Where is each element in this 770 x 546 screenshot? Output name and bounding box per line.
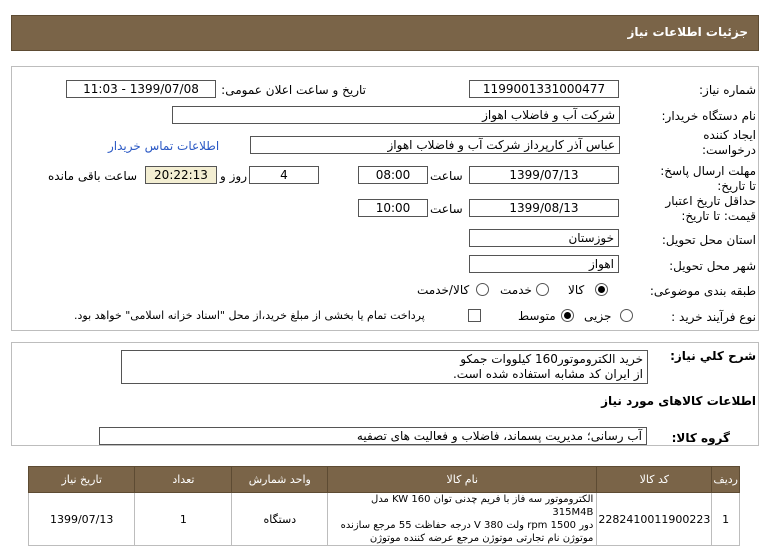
city-label: شهر محل تحویل: — [669, 259, 756, 273]
cell-name-line-3: موتوژن نام تجارتی موتوژن مرجع عرضه کننده… — [369, 533, 594, 544]
validity-time-field: 10:00 — [358, 199, 428, 217]
remaining-time-field: 20:22:13 — [145, 166, 217, 184]
process-medium-radio[interactable] — [561, 309, 574, 322]
validity-time-label: ساعت — [430, 202, 463, 216]
validity-label-2: قیمت: تا تاریخ: — [681, 209, 756, 223]
category-label: طبقه بندی موضوعی: — [649, 284, 756, 298]
description-label: شرح کلي نیاز: — [670, 349, 756, 363]
description-line-2: از ایران کد مشابه استفاده شده است. — [452, 367, 643, 381]
remaining-label: ساعت باقی مانده — [48, 169, 138, 183]
process-minor-label: جزیی — [584, 309, 612, 323]
cell-index: 1 — [711, 492, 740, 546]
send-deadline-label-2: تا تاریخ: — [717, 179, 756, 193]
buyer-field: شرکت آب و فاضلاب اهواز — [172, 106, 620, 124]
creator-field: عباس آذر کارپرداز شرکت آب و فاضلاب اهواز — [250, 136, 620, 154]
table-header-row: ردیف کد کالا نام کالا واحد شمارش تعداد ت… — [27, 466, 740, 493]
process-minor-radio[interactable] — [620, 309, 633, 322]
category-goods-radio[interactable] — [595, 283, 608, 296]
send-date-field: 1399/07/13 — [469, 166, 619, 184]
days-label: روز و — [220, 169, 247, 183]
payment-note: پرداخت تمام یا بخشی از مبلغ خرید،از محل … — [74, 309, 425, 322]
validity-label-1: حداقل تاریخ اعتبار — [665, 194, 756, 208]
th-code: کد کالا — [596, 466, 713, 493]
group-label: گروه کالا: — [671, 431, 730, 445]
group-field: آب رسانی؛ مدیریت پسماند، فاضلاب و فعالیت… — [99, 427, 647, 445]
page-title: جزئیات اطلاعات نیاز — [627, 25, 748, 39]
treasury-checkbox[interactable] — [468, 309, 481, 322]
announce-label: تاریخ و ساعت اعلان عمومی: — [221, 83, 366, 97]
cell-unit: دستگاه — [231, 492, 329, 546]
description-line-1: خرید الکتروموتور160 کیلووات جمکو — [460, 352, 643, 366]
province-field: خوزستان — [469, 229, 619, 247]
province-label: استان محل تحویل: — [661, 233, 756, 247]
send-deadline-label-1: مهلت ارسال پاسخ: — [660, 164, 756, 178]
creator-label-1: ایجاد کننده — [703, 128, 756, 142]
description-field: خرید الکتروموتور160 کیلووات جمکو از ایرا… — [121, 350, 648, 384]
send-time-label: ساعت — [430, 169, 463, 183]
title-bar: جزئیات اطلاعات نیاز — [11, 15, 759, 51]
th-row: ردیف — [711, 466, 740, 493]
process-medium-label: متوسط — [518, 309, 556, 323]
cell-name-line-1: الکتروموتور سه فاز با فریم چدنی توان 160… — [371, 494, 594, 518]
cell-name-line-2: دور 1500 rpm ولت 380 V درجه حفاظت 55 مرج… — [340, 520, 594, 531]
th-qty: تعداد — [134, 466, 233, 493]
days-field: 4 — [249, 166, 319, 184]
table-row[interactable]: 1 2282410011900223 الکتروموتور سه فاز با… — [27, 492, 740, 546]
th-date: تاریخ نیاز — [27, 466, 136, 493]
cell-date: 1399/07/13 — [27, 492, 136, 546]
announce-field: 1399/07/08 - 11:03 — [66, 80, 216, 98]
category-goods-label: کالا — [568, 283, 585, 297]
cell-code: 2282410011900223 — [596, 492, 713, 546]
category-both-label: کالا/خدمت — [417, 283, 470, 297]
th-name: نام کالا — [327, 466, 598, 493]
th-unit: واحد شمارش — [231, 466, 329, 493]
category-service-label: خدمت — [500, 283, 532, 297]
city-field: اهواز — [469, 255, 619, 273]
cell-name: الکتروموتور سه فاز با فریم چدنی توان 160… — [327, 492, 598, 546]
need-number-label: شماره نیاز: — [699, 83, 756, 97]
category-service-radio[interactable] — [536, 283, 549, 296]
need-number-field: 1199001331000477 — [469, 80, 619, 98]
goods-info-title: اطلاعات کالاهای مورد نیاز — [601, 394, 756, 408]
validity-date-field: 1399/08/13 — [469, 199, 619, 217]
process-label: نوع فرآیند خرید : — [671, 310, 756, 324]
send-time-field: 08:00 — [358, 166, 428, 184]
category-both-radio[interactable] — [476, 283, 489, 296]
goods-table: ردیف کد کالا نام کالا واحد شمارش تعداد ت… — [27, 466, 740, 546]
buyer-label: نام دستگاه خریدار: — [661, 109, 757, 123]
cell-qty: 1 — [134, 492, 233, 546]
creator-label-2: درخواست: — [702, 143, 756, 157]
buyer-contact-link[interactable]: اطلاعات تماس خریدار — [108, 139, 219, 153]
